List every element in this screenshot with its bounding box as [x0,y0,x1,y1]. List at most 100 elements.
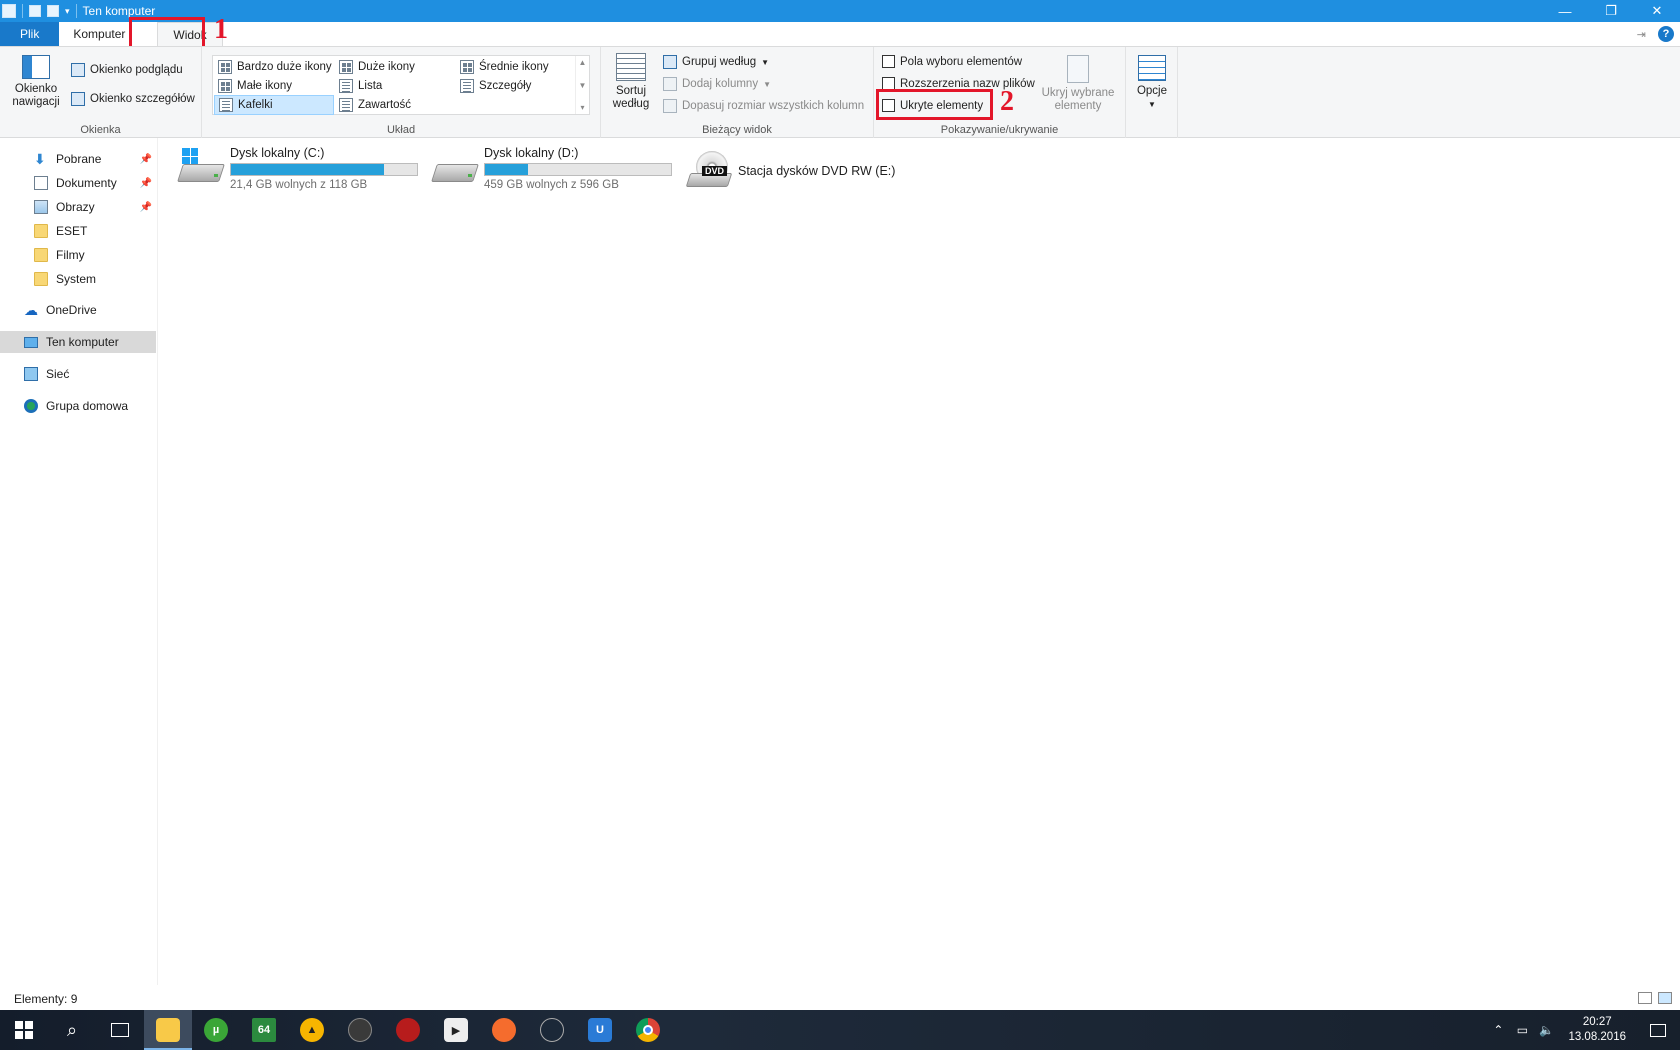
restore-button[interactable]: ❐ [1588,0,1634,22]
app-64-icon: 64 [252,1018,276,1042]
network-icon [24,367,38,381]
properties-icon[interactable] [29,5,41,17]
layout-content[interactable]: Zawartość [335,95,415,115]
layout-details[interactable]: Szczegóły [456,76,535,96]
drive-c-tile[interactable]: Dysk lokalny (C:) 21,4 GB wolnych z 118 … [177,146,418,191]
medium-icons-icon [460,60,474,74]
folder-icon [34,224,48,238]
origin-icon [492,1018,516,1042]
drive-d-tile[interactable]: Dysk lokalny (D:) 459 GB wolnych z 596 G… [431,146,672,191]
nav-item-system[interactable]: System [0,268,156,290]
dropdown-arrow-icon: ▼ [763,79,771,89]
volume-icon[interactable]: 🔈 [1534,1023,1558,1037]
drive-c-free-space: 21,4 GB wolnych z 118 GB [230,179,368,191]
taskbar-avast[interactable]: ▲ [288,1010,336,1050]
network-status-icon[interactable]: ▭ [1510,1023,1534,1037]
large-icons-view-icon[interactable] [1658,992,1672,1004]
minimize-button[interactable]: — [1542,0,1588,22]
pin-icon[interactable]: 📌 [140,178,152,189]
group-label-layout: Układ [386,124,416,136]
options-icon [1138,55,1166,81]
navigation-pane: ⬇ Pobrane 📌 Dokumenty 📌 Obrazy 📌 ESET Fi… [0,138,158,985]
options-button[interactable]: Opcje ▼ [1132,55,1172,111]
help-icon[interactable]: ? [1658,26,1674,42]
item-checkboxes-checkbox[interactable] [882,55,895,68]
layout-tiles[interactable]: Kafelki [214,95,334,115]
nav-item-homegroup[interactable]: Grupa domowa [0,395,156,417]
taskbar-steam[interactable] [528,1010,576,1050]
group-by-button[interactable]: Grupuj według ▼ [663,55,769,69]
nav-item-downloads[interactable]: ⬇ Pobrane 📌 [0,148,156,170]
item-count: Elementy: 9 [14,992,78,1006]
taskbar-media-player[interactable]: ▶ [432,1010,480,1050]
group-current-view: Sortuj według Grupuj według ▼ Dodaj kolu… [601,47,874,138]
taskbar-utorrent[interactable]: µ [192,1010,240,1050]
hide-selected-button[interactable]: Ukryj wybrane elementy [1038,55,1118,113]
pin-icon[interactable]: 📌 [140,202,152,213]
pin-ribbon-icon[interactable]: ⇥ [1637,28,1646,41]
layout-extra-large-icons[interactable]: Bardzo duże ikony [214,57,336,77]
details-view-icon[interactable] [1638,992,1652,1004]
tab-computer[interactable]: Komputer [59,22,139,46]
clock-time: 20:27 [1582,1016,1612,1028]
nav-item-this-pc[interactable]: Ten komputer [0,331,156,353]
view-switcher [1638,992,1672,1004]
scroll-up-icon[interactable]: ▲ [579,58,587,67]
layout-large-icons[interactable]: Duże ikony [335,57,419,77]
nav-item-filmy[interactable]: Filmy [0,244,156,266]
fit-columns-button[interactable]: Dopasuj rozmiar wszystkich kolumn [663,99,864,113]
start-button[interactable] [0,1010,48,1050]
customize-quick-access-icon[interactable]: ▾ [65,6,70,17]
task-view-button[interactable] [96,1010,144,1050]
drive-d-usage-bar [484,163,672,176]
taskbar-file-explorer[interactable] [144,1010,192,1050]
layout-list[interactable]: Lista [335,76,386,96]
taskbar-origin[interactable] [480,1010,528,1050]
pin-icon[interactable]: 📌 [140,154,152,165]
nav-item-pictures[interactable]: Obrazy 📌 [0,196,156,218]
hide-selected-icon [1067,55,1089,83]
divider [22,4,23,18]
layout-gallery-scroll[interactable]: ▲ ▼ ▾ [575,56,589,114]
windows-logo-icon [182,148,198,164]
new-folder-icon[interactable] [47,5,59,17]
drive-c-usage-fill [231,164,384,175]
drive-e-name: Stacja dysków DVD RW (E:) [738,164,896,178]
sort-by-button[interactable]: Sortuj według [607,53,655,111]
search-button[interactable]: ⌕ [48,1010,96,1050]
extra-large-icons-icon [218,60,232,74]
computer-icon[interactable] [2,4,16,18]
clock[interactable]: 20:27 13.08.2016 [1558,1015,1636,1045]
folder-icon [34,272,48,286]
taskbar-chrome[interactable] [624,1010,672,1050]
drive-e-tile[interactable]: DVD Stacja dysków DVD RW (E:) [685,151,896,191]
system-tray: ⌃ ▭ 🔈 20:27 13.08.2016 [1486,1010,1680,1050]
nav-item-onedrive[interactable]: ☁ OneDrive [0,299,156,321]
add-columns-button[interactable]: Dodaj kolumny ▼ [663,77,771,91]
nav-item-network[interactable]: Sieć [0,363,156,385]
group-label-show-hide: Pokazywanie/ukrywanie [940,124,1059,136]
layout-medium-icons[interactable]: Średnie ikony [456,57,553,77]
close-button[interactable]: ✕ [1634,0,1680,22]
action-center-button[interactable] [1636,1023,1680,1037]
group-options: Opcje ▼ [1126,47,1178,138]
taskbar-app-64[interactable]: 64 [240,1010,288,1050]
scroll-down-icon[interactable]: ▼ [579,81,587,90]
steam-icon [540,1018,564,1042]
taskbar-app-red[interactable] [384,1010,432,1050]
details-pane-button[interactable]: Okienko szczegółów [71,92,195,106]
chrome-icon [636,1018,660,1042]
tray-overflow-icon[interactable]: ⌃ [1486,1023,1510,1037]
nav-item-documents[interactable]: Dokumenty 📌 [0,172,156,194]
nav-pane-button[interactable]: Okienko nawigacji [6,55,66,109]
taskbar-app-dark[interactable] [336,1010,384,1050]
nav-item-eset[interactable]: ESET [0,220,156,242]
drive-d-free-space: 459 GB wolnych z 596 GB [484,179,619,191]
preview-pane-button[interactable]: Okienko podglądu [71,63,183,77]
layout-small-icons[interactable]: Małe ikony [214,76,296,96]
item-checkboxes-toggle[interactable]: Pola wyboru elementów [882,55,1022,68]
tab-file[interactable]: Plik [0,22,60,46]
dropdown-arrow-icon: ▼ [1148,100,1156,109]
taskbar-uplay[interactable]: U [576,1010,624,1050]
expand-gallery-icon[interactable]: ▾ [580,103,584,112]
